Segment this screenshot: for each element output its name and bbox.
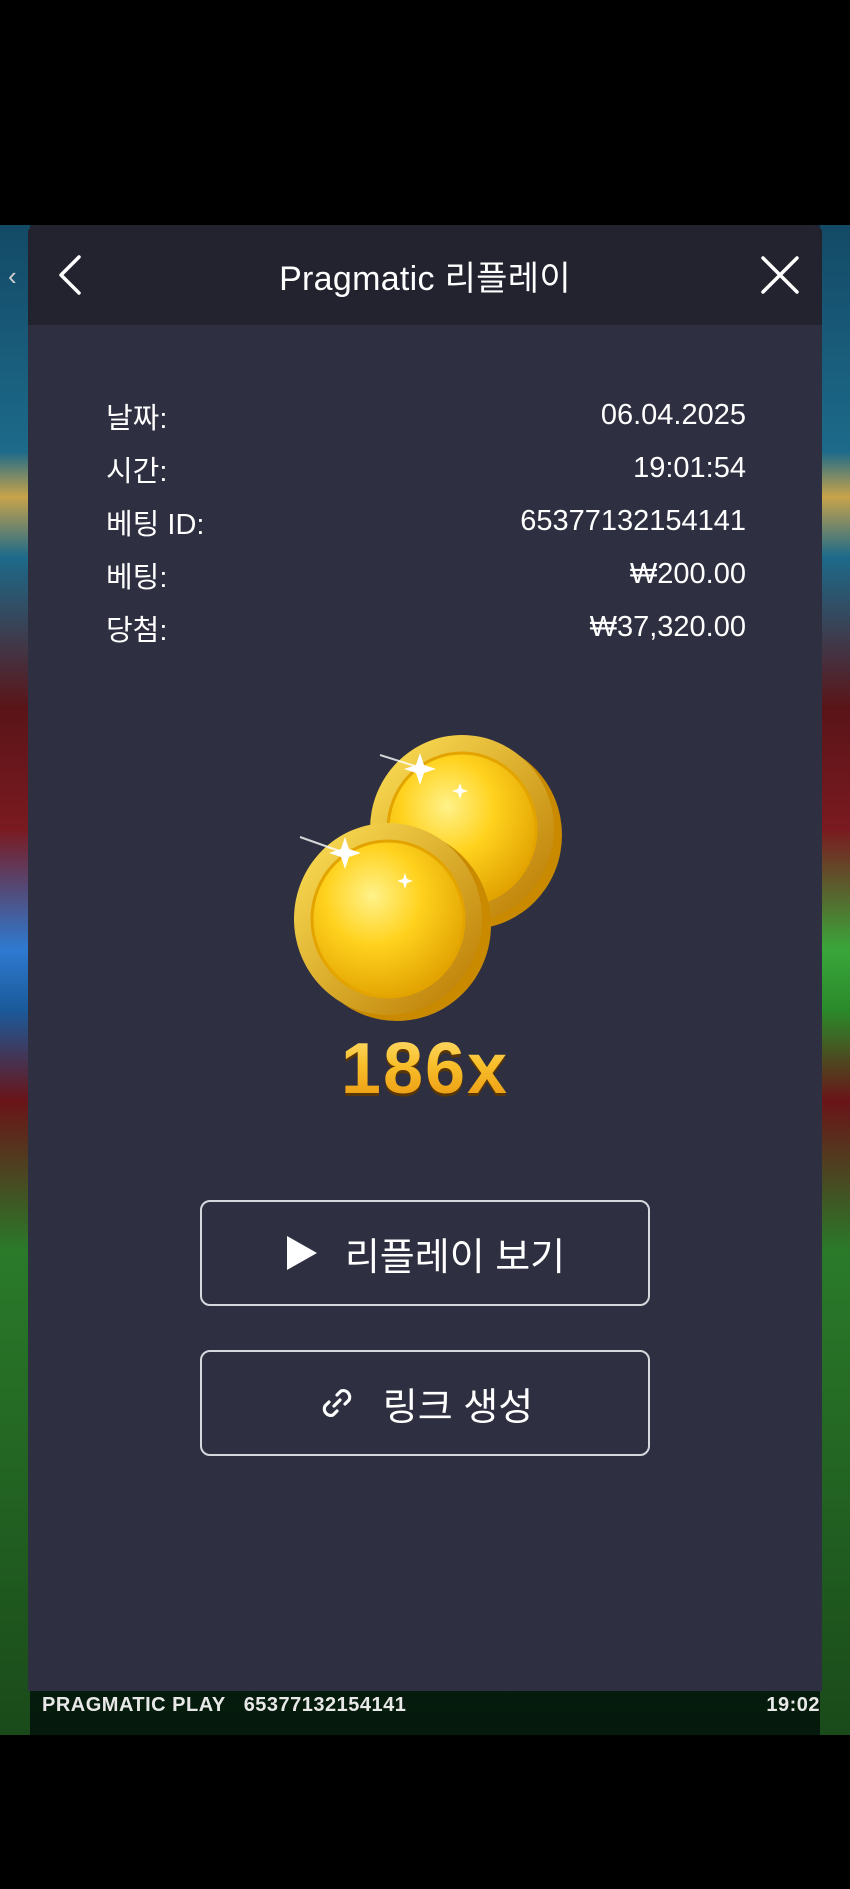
bet-id-label: 베팅 ID: [106, 508, 205, 541]
game-footer-bar: PRAGMATIC PLAY 65377132154141 19:02 [0, 1685, 850, 1725]
game-back-arrow-icon[interactable]: ‹ [8, 262, 22, 290]
close-button[interactable] [752, 247, 808, 303]
time-label: 시간: [106, 455, 168, 488]
watch-replay-label: 리플레이 보기 [344, 1236, 566, 1279]
detail-row-time: 시간: 19:01:54 [106, 442, 746, 495]
back-button[interactable] [42, 247, 98, 303]
replay-modal: Pragmatic 리플레이 날짜: 06.04.2025 시간: 19:01:… [28, 225, 822, 1691]
gold-coins-icon [294, 735, 562, 1021]
detail-row-bet-amount: 베팅: ₩200.00 [106, 548, 746, 601]
win-amount-value: ₩37,320.00 [589, 611, 746, 643]
game-provider-name: PRAGMATIC PLAY [42, 1693, 226, 1716]
date-label: 날짜: [106, 402, 168, 435]
modal-title: Pragmatic 리플레이 [279, 259, 571, 298]
detail-row-bet-id: 베팅 ID: 65377132154141 [106, 495, 746, 548]
chevron-left-icon [59, 255, 81, 295]
date-value: 06.04.2025 [600, 399, 746, 431]
watch-replay-button[interactable]: 리플레이 보기 [200, 1200, 650, 1306]
game-clock: 19:02 [766, 1693, 820, 1716]
game-bet-id: 65377132154141 [243, 1693, 407, 1716]
detail-row-win-amount: 당첨: ₩37,320.00 [106, 601, 746, 654]
detail-row-date: 날짜: 06.04.2025 [106, 389, 746, 442]
link-icon [322, 1389, 352, 1417]
bet-amount-value: ₩200.00 [629, 558, 746, 590]
modal-header: Pragmatic 리플레이 [28, 225, 822, 325]
bet-amount-label: 베팅: [106, 561, 168, 594]
game-reel-right-edge [820, 225, 850, 1735]
win-multiplier: 186x [28, 1028, 822, 1110]
win-amount-label: 당첨: [106, 614, 168, 647]
game-reel-left-edge [0, 225, 30, 1735]
bet-id-value: 65377132154141 [520, 505, 746, 537]
bet-details: 날짜: 06.04.2025 시간: 19:01:54 베팅 ID: 65377… [106, 389, 746, 654]
create-link-label: 링크 생성 [382, 1386, 534, 1429]
time-value: 19:01:54 [633, 452, 746, 484]
close-icon [761, 256, 799, 294]
play-icon [286, 1236, 317, 1270]
create-link-button[interactable]: 링크 생성 [200, 1350, 650, 1456]
